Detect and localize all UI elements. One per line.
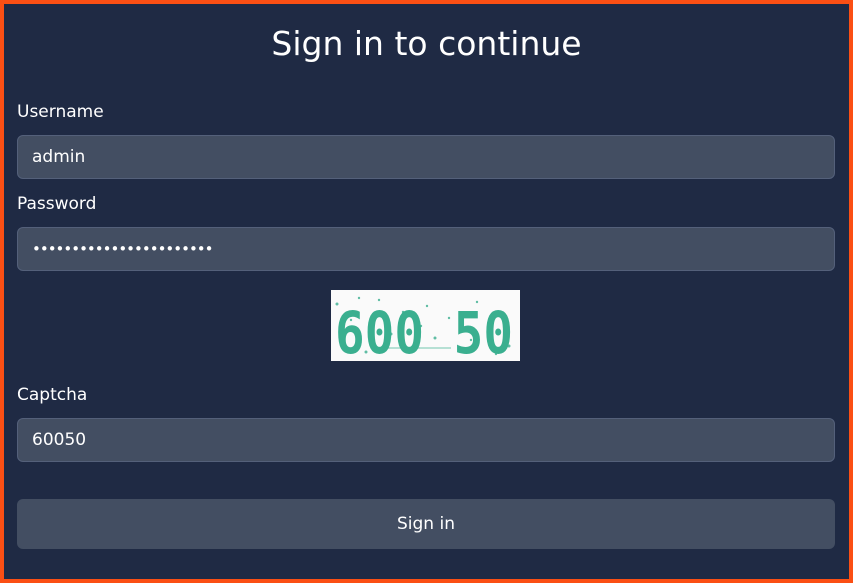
- captcha-value: 60050: [32, 430, 87, 450]
- captcha-input[interactable]: 60050: [17, 418, 835, 462]
- captcha-text: 600 50: [335, 299, 513, 361]
- captcha-image: 600 50: [331, 290, 520, 367]
- password-input[interactable]: •••••••••••••••••••••••: [17, 227, 835, 271]
- username-label: Username: [17, 102, 104, 122]
- captcha-label: Captcha: [17, 385, 88, 405]
- page-title: Sign in to continue: [271, 24, 582, 63]
- username-input[interactable]: admin: [17, 135, 835, 179]
- username-value: admin: [32, 147, 86, 167]
- captcha-graphic: 600 50: [331, 290, 520, 367]
- password-value: •••••••••••••••••••••••: [32, 240, 213, 258]
- password-label: Password: [17, 194, 97, 214]
- sign-in-button[interactable]: Sign in: [17, 499, 835, 549]
- login-panel: Sign in to continue Username admin Passw…: [4, 4, 849, 579]
